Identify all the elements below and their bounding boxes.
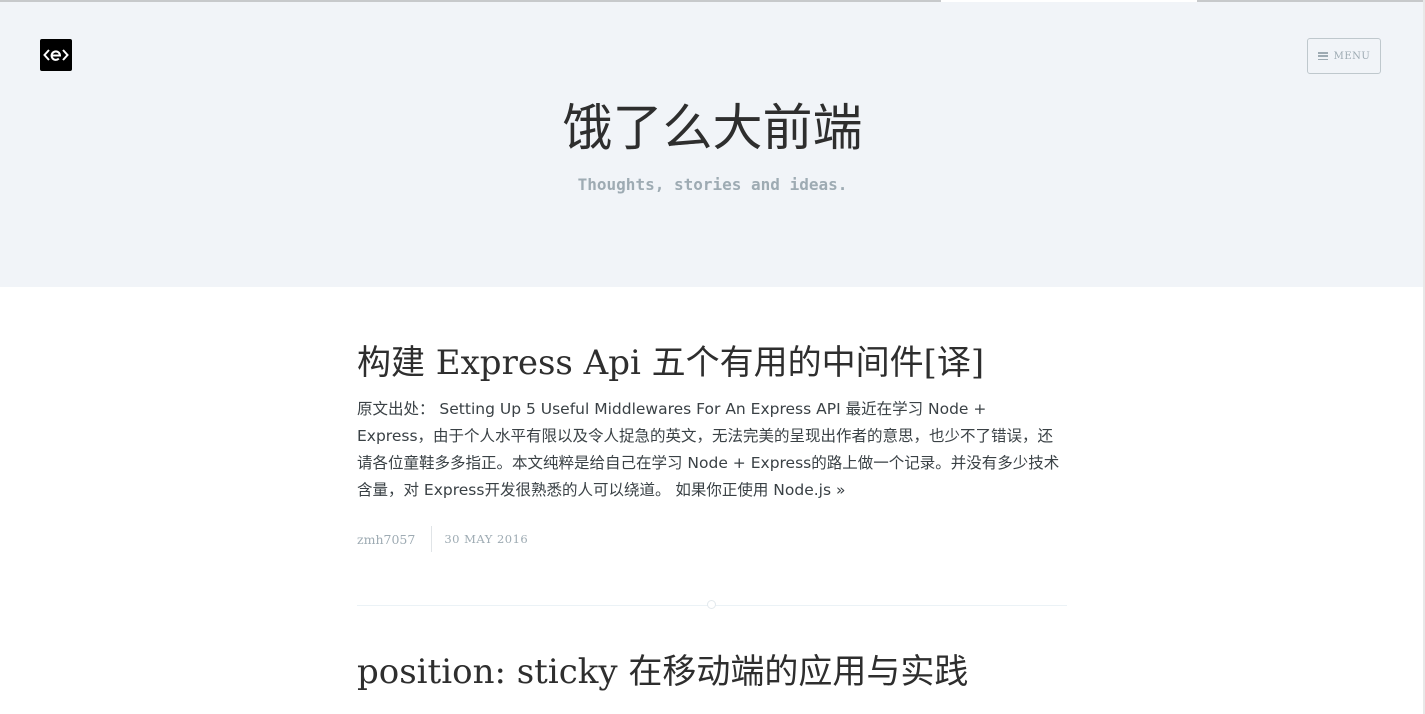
post-title-link[interactable]: 构建 Express Api 五个有用的中间件[译] [357, 342, 1067, 384]
site-header: MENU 饿了么大前端 Thoughts, stories and ideas. [0, 2, 1425, 287]
post-divider [357, 600, 1067, 609]
post-excerpt: 原文出处： Setting Up 5 Useful Middlewares Fo… [357, 396, 1067, 504]
post-card: position: sticky 在移动端的应用与实践 [357, 651, 1067, 693]
post-card: 构建 Express Api 五个有用的中间件[译] 原文出处： Setting… [357, 342, 1067, 552]
post-excerpt-text: 原文出处： Setting Up 5 Useful Middlewares Fo… [357, 400, 1060, 499]
menu-label: MENU [1333, 50, 1371, 62]
hamburger-icon [1317, 52, 1328, 61]
read-more-link[interactable]: » [836, 481, 845, 499]
divider-dot-icon [707, 600, 716, 609]
post-author-link[interactable]: zmh7057 [357, 532, 431, 547]
blog-logo[interactable] [40, 39, 72, 71]
blog-description: Thoughts, stories and ideas. [577, 175, 848, 194]
post-title-link[interactable]: position: sticky 在移动端的应用与实践 [357, 651, 1067, 693]
logo-icon [43, 49, 69, 61]
blog-title: 饿了么大前端 [562, 99, 863, 157]
post-date: 30 MAY 2016 [444, 532, 529, 546]
post-meta: zmh7057 30 MAY 2016 [357, 526, 1067, 552]
menu-button[interactable]: MENU [1307, 38, 1381, 74]
